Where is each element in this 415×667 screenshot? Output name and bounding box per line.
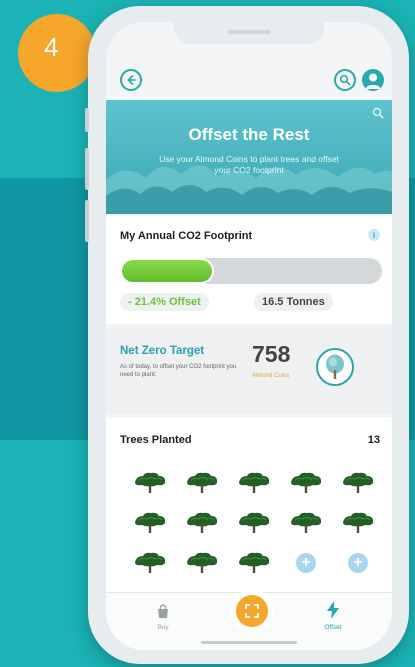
- bottom-nav: Buy Offset: [106, 592, 392, 650]
- nav-offset-label[interactable]: Offset: [303, 624, 363, 631]
- phone-notch: [174, 22, 324, 44]
- trees-planted-title: Trees Planted: [120, 434, 192, 446]
- planted-tree-icon: [230, 470, 278, 496]
- scan-button[interactable]: [236, 595, 268, 627]
- plus-icon: +: [348, 553, 368, 573]
- planted-tree-icon: [230, 550, 278, 576]
- step-badge: 4: [18, 14, 96, 92]
- phone-volume-down: [85, 200, 89, 242]
- hero-title: Offset the Rest: [188, 125, 310, 144]
- back-arrow-icon[interactable]: [120, 69, 142, 91]
- almond-coins-value: 758: [252, 341, 291, 367]
- add-tree-button[interactable]: +: [282, 550, 330, 576]
- shopping-bag-icon[interactable]: [155, 603, 171, 624]
- phone-volume-up: [85, 148, 89, 190]
- net-zero-description: As of today, to offset your CO2 footprin…: [120, 364, 237, 378]
- user-icon[interactable]: [362, 69, 384, 91]
- planted-tree-icon: [126, 470, 174, 496]
- net-zero-section: Net Zero Target As of today, to offset y…: [106, 328, 392, 414]
- planted-tree-icon: [126, 550, 174, 576]
- almond-coins-label: Almond Coins: [252, 373, 290, 379]
- offset-percent-badge: - 21.4% Offset: [120, 293, 209, 311]
- lightning-icon[interactable]: [326, 601, 340, 624]
- nav-buy-label[interactable]: Buy: [133, 624, 193, 631]
- offset-hero-banner: Offset the Rest Use your Almond Coins to…: [106, 100, 392, 214]
- footprint-progress-bar: [120, 258, 382, 284]
- footprint-card: My Annual CO2 Footprint i - 21.4% Offset…: [106, 216, 392, 324]
- footprint-title: My Annual CO2 Footprint: [120, 230, 253, 242]
- tonnes-badge: 16.5 Tonnes: [254, 293, 333, 311]
- hero-search-icon[interactable]: [372, 106, 384, 124]
- planted-tree-icon: [126, 510, 174, 536]
- planted-tree-icon: [334, 470, 382, 496]
- scan-icon: [245, 604, 259, 618]
- top-bar: [106, 62, 392, 98]
- planted-tree-icon: [282, 470, 330, 496]
- info-icon[interactable]: i: [368, 229, 380, 241]
- planted-tree-icon: [282, 510, 330, 536]
- planted-tree-icon: [334, 510, 382, 536]
- tree-grid: + +: [126, 470, 382, 576]
- app-screen: Offset the Rest Use your Almond Coins to…: [106, 22, 392, 650]
- trees-planted-count: 13: [367, 434, 380, 446]
- footprint-progress-fill: [120, 258, 215, 284]
- trees-planted-card: Trees Planted 13 + +: [106, 418, 392, 592]
- tree-icon: [326, 354, 344, 379]
- add-tree-button[interactable]: +: [334, 550, 382, 576]
- search-icon[interactable]: [334, 69, 356, 91]
- planted-tree-icon: [178, 470, 226, 496]
- planted-tree-icon: [178, 550, 226, 576]
- plant-tree-button[interactable]: [316, 348, 354, 386]
- plus-icon: +: [296, 553, 316, 573]
- phone-frame: Offset the Rest Use your Almond Coins to…: [85, 6, 409, 664]
- planted-tree-icon: [230, 510, 278, 536]
- phone-mute-switch: [85, 108, 89, 132]
- hero-subtitle: Use your Almond Coins to plant trees and…: [159, 154, 339, 175]
- net-zero-title: Net Zero Target: [120, 345, 205, 357]
- home-indicator: [201, 641, 297, 644]
- planted-tree-icon: [178, 510, 226, 536]
- speaker-grille: [228, 30, 270, 34]
